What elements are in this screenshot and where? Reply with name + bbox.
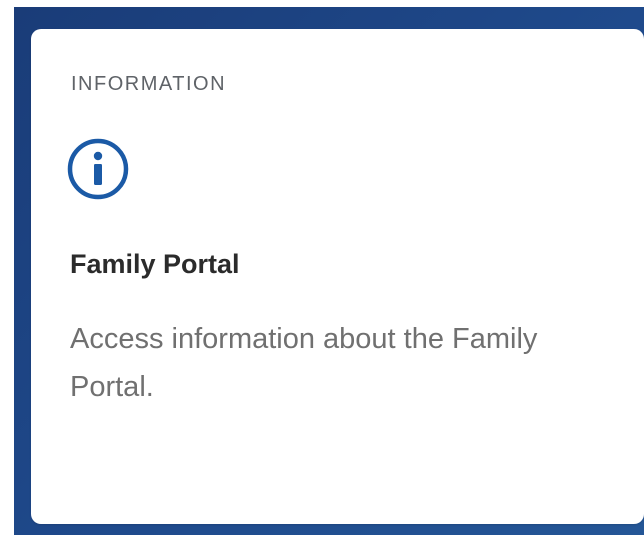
family-portal-card[interactable]: INFORMATION Family Portal Access informa… (31, 29, 644, 524)
card-description: Access information about the Family Port… (70, 323, 538, 403)
card-title: Family Portal (70, 249, 240, 279)
info-icon (67, 138, 129, 200)
card-category-label: INFORMATION (71, 73, 227, 95)
